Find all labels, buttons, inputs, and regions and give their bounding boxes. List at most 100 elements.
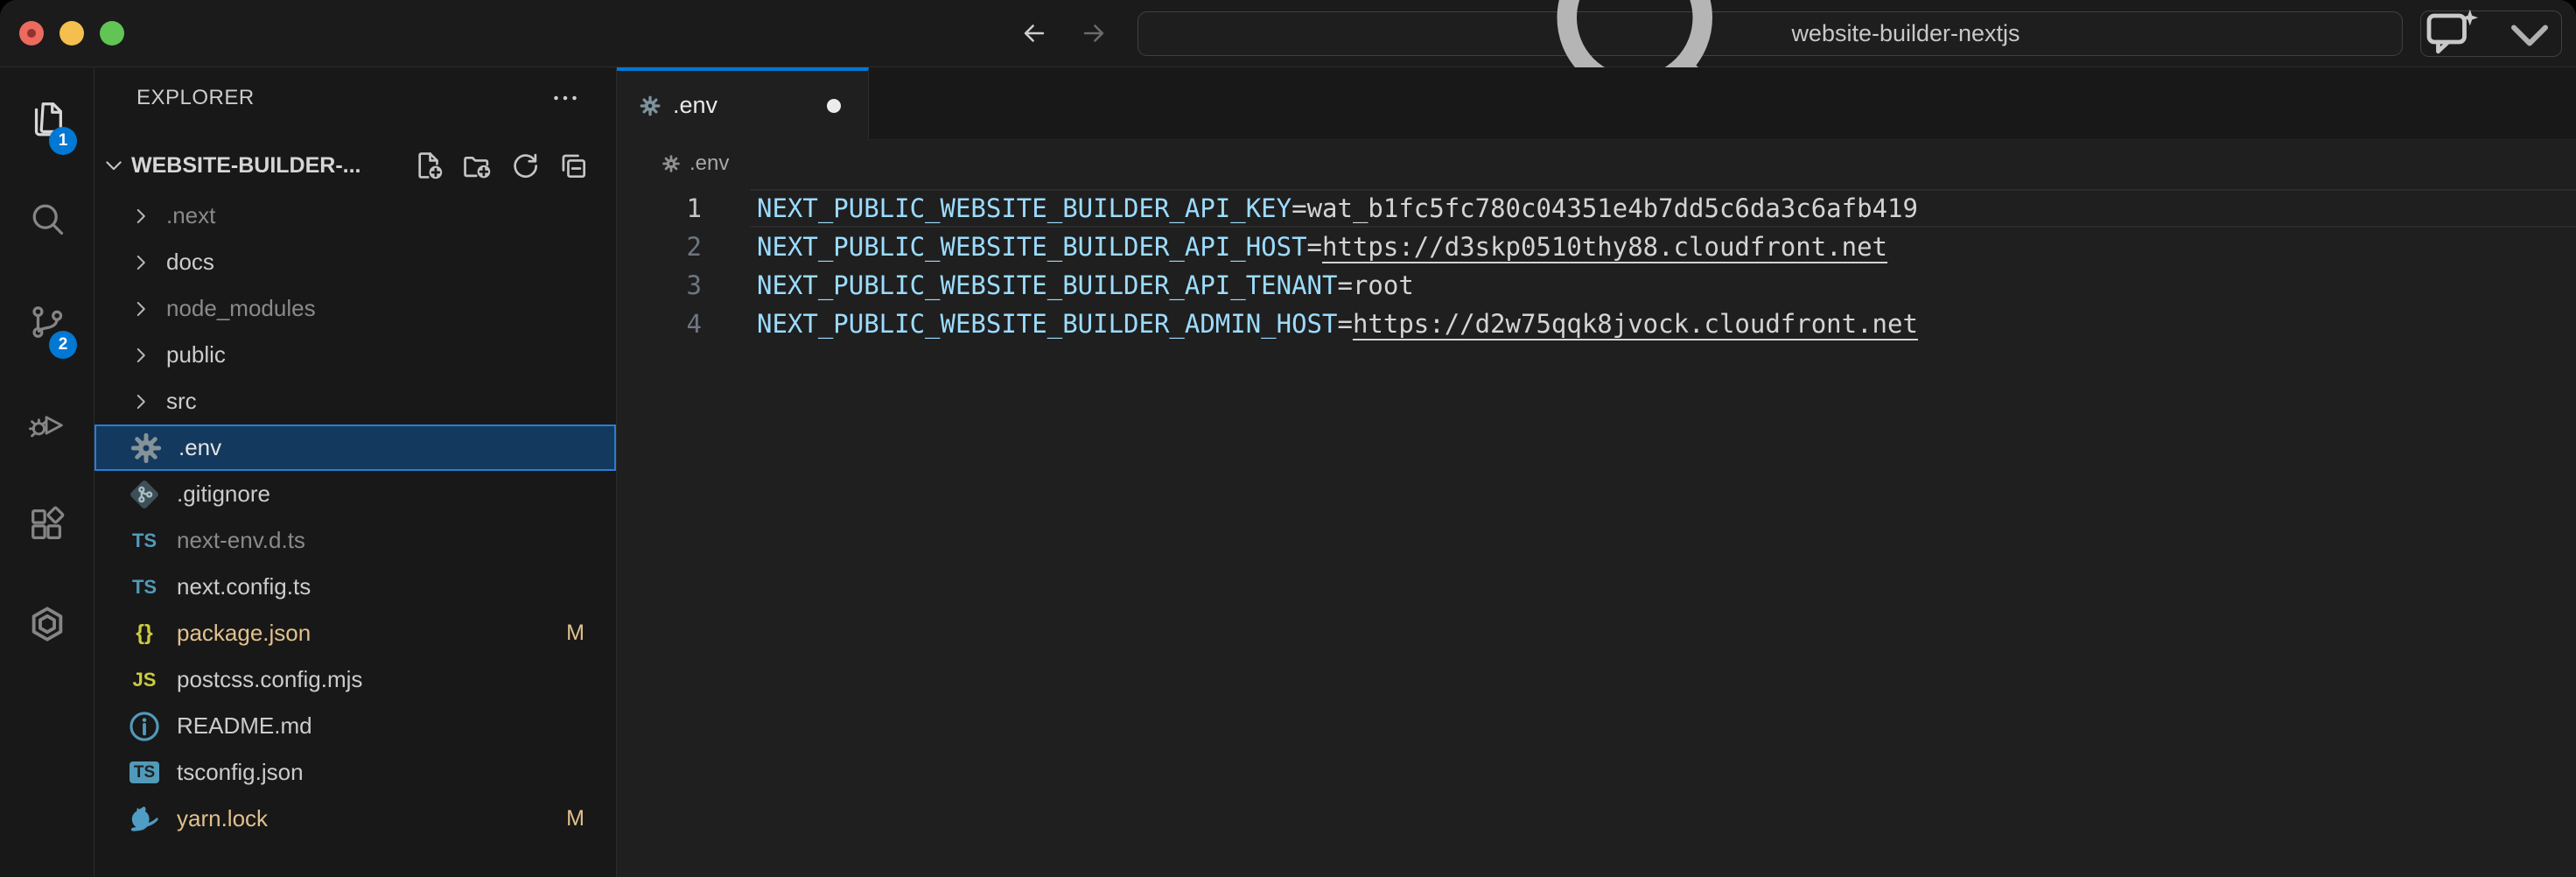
command-center-search[interactable]: website-builder-nextjs <box>1138 11 2403 56</box>
typescript-icon: TS <box>126 523 163 559</box>
sidebar-item-env[interactable]: .env <box>94 424 616 471</box>
more-actions-icon[interactable] <box>550 82 581 114</box>
env-key: NEXT_PUBLIC_WEBSITE_BUILDER_API_TENANT <box>757 270 1337 300</box>
sidebar-item-docs[interactable]: docs <box>94 239 616 285</box>
chevron-right-icon[interactable] <box>130 298 152 320</box>
activity-item-explorer[interactable]: 1 <box>12 83 82 153</box>
sidebar-item-gitignore[interactable]: .gitignore <box>94 471 616 517</box>
chevron-right-icon[interactable] <box>130 344 152 367</box>
sidebar-item-package-json[interactable]: {} package.json M <box>94 610 616 656</box>
code-area[interactable]: 1 NEXT_PUBLIC_WEBSITE_BUILDER_API_KEY=wa… <box>617 187 2576 343</box>
minimize-button[interactable] <box>60 21 84 46</box>
chevron-down-icon[interactable] <box>102 153 126 178</box>
explorer-title-label: EXPLORER <box>136 86 255 110</box>
equals-sign: = <box>1307 232 1322 262</box>
activity-item-run-and-debug[interactable] <box>12 389 82 459</box>
sidebar-item-next-config-ts[interactable]: TS next.config.ts <box>94 564 616 610</box>
file-label: node_modules <box>166 295 316 322</box>
sidebar-item-tsconfig-json[interactable]: TS tsconfig.json <box>94 749 616 796</box>
explorer-sidebar: EXPLORER WEBSITE-BUILDER-... .next docs … <box>94 67 617 877</box>
code-line[interactable]: 2 NEXT_PUBLIC_WEBSITE_BUILDER_API_HOST=h… <box>617 228 2576 266</box>
git-icon <box>126 476 163 513</box>
gear-icon <box>661 153 682 174</box>
activity-item-extensions[interactable] <box>12 489 82 559</box>
close-button[interactable] <box>19 21 44 46</box>
sidebar-item-public[interactable]: public <box>94 332 616 378</box>
code-line[interactable]: 1 NEXT_PUBLIC_WEBSITE_BUILDER_API_KEY=wa… <box>617 189 2576 228</box>
explorer-header: EXPLORER <box>94 67 616 129</box>
chevron-right-icon[interactable] <box>130 390 152 413</box>
json-braces-icon: {} <box>126 615 163 652</box>
git-modified-badge: M <box>566 621 584 646</box>
file-label: tsconfig.json <box>177 759 304 786</box>
sidebar-item-node-modules[interactable]: node_modules <box>94 285 616 332</box>
git-modified-badge: M <box>566 806 584 831</box>
collapse-all-button[interactable] <box>556 149 590 182</box>
sidebar-item-src[interactable]: src <box>94 378 616 424</box>
forward-arrow-icon[interactable] <box>1074 12 1113 54</box>
project-folder-label: WEBSITE-BUILDER-... <box>131 153 361 179</box>
activity-item-search[interactable] <box>12 184 82 254</box>
copilot-chat-button[interactable] <box>2420 11 2562 57</box>
file-tree: .next docs node_modules public src .env … <box>94 193 616 842</box>
env-value-url[interactable]: https://d2w75qqk8jvock.cloudfront.net <box>1353 309 1918 339</box>
sidebar-item-postcss-config-mjs[interactable]: JS postcss.config.mjs <box>94 656 616 703</box>
file-label: .env <box>178 434 221 461</box>
workbench: 1 2 EXPLORER WEBSITE-BUILDER-... <box>0 67 2576 877</box>
code-line[interactable]: 4 NEXT_PUBLIC_WEBSITE_BUILDER_ADMIN_HOST… <box>617 305 2576 343</box>
env-value-url[interactable]: https://d3skp0510thy88.cloudfront.net <box>1322 232 1887 262</box>
editor-group: .env .env 1 NEXT_PUBLIC_WEBSITE_BUILDER_… <box>617 67 2576 877</box>
sidebar-item-readme-md[interactable]: README.md <box>94 703 616 749</box>
hexagon-extension-icon <box>27 604 67 644</box>
modified-dot-icon[interactable] <box>827 99 841 113</box>
sidebar-item-next-env-d-ts[interactable]: TS next-env.d.ts <box>94 517 616 564</box>
file-label: package.json <box>177 620 311 647</box>
file-label: yarn.lock <box>177 805 268 832</box>
tab-env[interactable]: .env <box>617 67 869 140</box>
refresh-button[interactable] <box>508 149 542 182</box>
breadcrumb-label: .env <box>690 151 729 176</box>
info-icon <box>126 708 163 745</box>
gear-icon <box>638 94 662 118</box>
activity-item-hexagon-extension[interactable] <box>12 589 82 659</box>
activity-item-source-control[interactable]: 2 <box>12 287 82 357</box>
line-number: 3 <box>617 270 751 300</box>
tab-bar: .env <box>617 67 2576 140</box>
badge-count: 1 <box>49 127 77 155</box>
chevron-right-icon[interactable] <box>130 251 152 274</box>
line-number: 2 <box>617 232 751 262</box>
chevron-down-icon[interactable] <box>2498 3 2561 66</box>
gear-icon <box>128 430 164 467</box>
yarn-icon <box>126 801 163 838</box>
env-key: NEXT_PUBLIC_WEBSITE_BUILDER_ADMIN_HOST <box>757 309 1337 339</box>
zoom-button[interactable] <box>100 21 124 46</box>
equals-sign: = <box>1337 309 1352 339</box>
badge-count: 2 <box>49 331 77 359</box>
folder-section-header[interactable]: WEBSITE-BUILDER-... <box>94 144 616 186</box>
sidebar-item-yarn-lock[interactable]: yarn.lock M <box>94 796 616 842</box>
new-folder-button[interactable] <box>460 149 494 182</box>
typescript-icon: TS <box>126 569 163 606</box>
env-key: NEXT_PUBLIC_WEBSITE_BUILDER_API_KEY <box>757 193 1292 223</box>
back-arrow-icon[interactable] <box>1015 12 1054 54</box>
search-query-text: website-builder-nextjs <box>1791 20 2020 47</box>
file-label: README.md <box>177 712 312 740</box>
file-label: .gitignore <box>177 481 270 508</box>
file-label: public <box>166 341 226 368</box>
tsconfig-icon: TS <box>126 754 163 791</box>
extensions-icon <box>27 504 67 544</box>
file-label: src <box>166 388 197 415</box>
javascript-icon: JS <box>126 662 163 698</box>
activity-bar: 1 2 <box>0 67 94 877</box>
file-label: docs <box>166 249 214 276</box>
search-icon <box>27 199 67 239</box>
new-file-button[interactable] <box>412 149 445 182</box>
env-key: NEXT_PUBLIC_WEBSITE_BUILDER_API_HOST <box>757 232 1307 262</box>
sidebar-item-next[interactable]: .next <box>94 193 616 239</box>
chevron-right-icon[interactable] <box>130 205 152 228</box>
run-debug-icon <box>27 403 67 444</box>
env-value: wat_b1fc5fc780c04351e4b7dd5c6da3c6afb419 <box>1307 193 1918 223</box>
tab-label: .env <box>673 92 718 119</box>
breadcrumb[interactable]: .env <box>617 140 2576 187</box>
code-line[interactable]: 3 NEXT_PUBLIC_WEBSITE_BUILDER_API_TENANT… <box>617 266 2576 305</box>
